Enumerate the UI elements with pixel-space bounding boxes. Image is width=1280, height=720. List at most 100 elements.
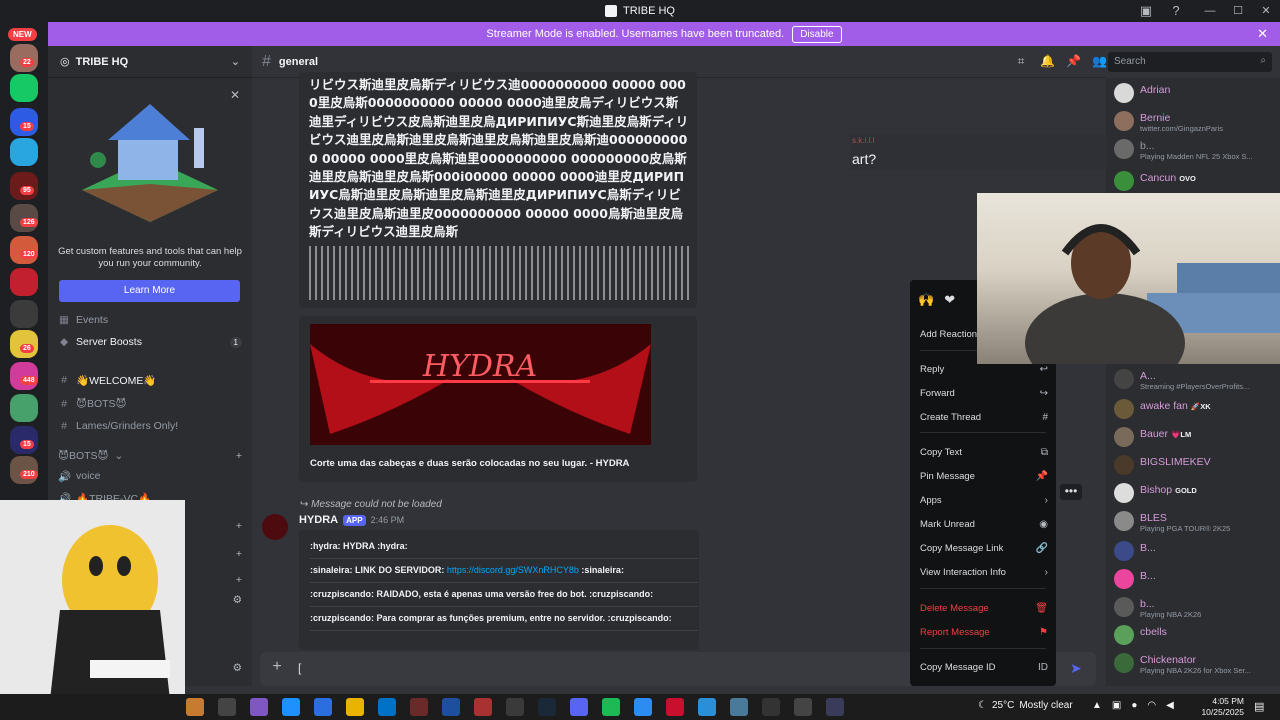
app-icon[interactable] — [410, 698, 428, 716]
member-item[interactable]: b... Playing NBA 2K26 — [1114, 596, 1278, 619]
menu-item-delete-message[interactable]: Delete Message 🗑 — [920, 600, 1048, 616]
sidebar-item-events[interactable]: ▦ Events — [58, 310, 242, 330]
member-item[interactable]: b... Playing Madden NFL 25 Xbox S... — [1114, 138, 1278, 161]
channel-lames[interactable]: # Lames/Grinders Only! — [58, 416, 242, 436]
member-item[interactable]: Bernie twitter.com/GingaznParis — [1114, 110, 1278, 133]
folder-icon[interactable] — [346, 698, 364, 716]
close-icon[interactable]: ✕ — [230, 88, 240, 102]
member-item[interactable]: BIGSLIMEKEV — [1114, 454, 1278, 476]
menu-item-copy-message-id[interactable]: Copy Message ID ID — [920, 659, 1048, 675]
maximize-button[interactable]: ☐ — [1224, 0, 1252, 22]
server-icon[interactable] — [10, 394, 38, 422]
server-header[interactable]: ◎ TRIBE HQ ⌄ — [48, 46, 252, 78]
tray-icon[interactable]: ▲ — [1092, 700, 1102, 711]
add-attachment-icon[interactable]: + — [268, 658, 286, 676]
chevron-down-icon: ⌄ — [230, 56, 240, 68]
add-channel-icon[interactable]: + — [236, 450, 242, 462]
inbox-icon[interactable]: ▣ — [1138, 3, 1154, 19]
more-options-button[interactable]: ••• — [1060, 484, 1082, 500]
store-icon[interactable] — [314, 698, 332, 716]
app-icon[interactable] — [442, 698, 460, 716]
task-view-icon[interactable] — [218, 698, 236, 716]
bell-icon[interactable]: 🔔 — [1040, 54, 1055, 69]
settings-icon[interactable]: ⚙ — [233, 594, 242, 606]
add-icon[interactable]: + — [236, 574, 242, 586]
app-icon[interactable] — [762, 698, 780, 716]
outlook-icon[interactable] — [378, 698, 396, 716]
reaction-hand-icon[interactable]: 🙌 — [918, 292, 934, 308]
category-bots[interactable]: 😈BOTS😈 ⌄ + — [58, 446, 242, 466]
app-icon[interactable] — [506, 698, 524, 716]
menu-item-report-message[interactable]: Report Message ⚑ — [920, 624, 1048, 640]
notification-icon[interactable]: ▤ — [1254, 700, 1264, 713]
discord-icon[interactable] — [570, 698, 588, 716]
member-item[interactable]: BLES Playing PGA TOUR® 2K25 — [1114, 510, 1278, 533]
member-item[interactable]: A... Streaming #PlayersOverProfits... — [1114, 368, 1278, 391]
close-icon[interactable]: ✕ — [1257, 26, 1268, 42]
hydra-banner-image[interactable]: HYDRA — [310, 324, 651, 445]
mic-icon[interactable]: ● — [1131, 700, 1137, 711]
app-icon[interactable] — [826, 698, 844, 716]
server-icon[interactable] — [10, 74, 38, 102]
search-input[interactable]: Search ⌕ — [1108, 52, 1272, 72]
channel-bots[interactable]: # 😈BOTS😈 — [58, 394, 242, 414]
copilot-icon[interactable] — [250, 698, 268, 716]
member-item[interactable]: Cancun OVO — [1114, 170, 1278, 192]
spotify-icon[interactable] — [602, 698, 620, 716]
steam-icon[interactable] — [538, 698, 556, 716]
member-item[interactable]: Chickenator Playing NBA 2K26 for Xbox Se… — [1114, 652, 1278, 675]
members-icon[interactable]: 👥 — [1092, 54, 1107, 69]
pin-icon[interactable]: 📌 — [1066, 54, 1081, 69]
channel-welcome[interactable]: # 👋WELCOME👋 — [58, 370, 242, 390]
add-icon[interactable]: + — [236, 520, 242, 532]
wifi-icon[interactable]: ◠ — [1147, 700, 1156, 711]
author-name[interactable]: HYDRA — [299, 514, 338, 526]
reply-reference[interactable]: ↪ Message could not be loaded — [300, 499, 442, 510]
camera-icon[interactable]: ▣ — [1112, 700, 1121, 711]
invite-link[interactable]: https://discord.gg/SWXnRHCY8b — [447, 565, 579, 575]
avatar[interactable] — [262, 514, 288, 540]
app-icon[interactable] — [186, 698, 204, 716]
disable-streamer-button[interactable]: Disable — [792, 25, 842, 43]
menu-item-copy-message-link[interactable]: Copy Message Link 🔗 — [920, 540, 1048, 556]
member-item[interactable]: cbells — [1114, 624, 1278, 646]
menu-item-view-interaction-info[interactable]: View Interaction Info › — [920, 564, 1048, 580]
help-icon[interactable]: ? — [1168, 3, 1184, 19]
reaction-heart-icon[interactable]: ❤ — [944, 292, 955, 308]
member-item[interactable]: B... — [1114, 568, 1278, 590]
member-item[interactable]: awake fan 🚀XK — [1114, 398, 1278, 420]
gear-icon[interactable]: ⚙ — [233, 662, 242, 674]
volume-icon[interactable]: ◀ — [1166, 700, 1174, 711]
menu-item-copy-text[interactable]: Copy Text ⧉ — [920, 444, 1048, 460]
server-icon[interactable] — [10, 300, 38, 328]
minimize-button[interactable]: — — [1196, 0, 1224, 22]
close-window-button[interactable]: ✕ — [1252, 0, 1280, 22]
settings-icon[interactable] — [794, 698, 812, 716]
menu-item-mark-unread[interactable]: Mark Unread ◉ — [920, 516, 1048, 532]
member-item[interactable]: Adrian — [1114, 82, 1278, 104]
member-item[interactable]: Bauer 💗LM — [1114, 426, 1278, 448]
app-icon[interactable] — [666, 698, 684, 716]
app-icon[interactable] — [474, 698, 492, 716]
member-item[interactable]: B... — [1114, 540, 1278, 562]
menu-item-forward[interactable]: Forward ↪ — [920, 385, 1048, 401]
sidebar-item-server-boosts[interactable]: ◆ Server Boosts 1 — [58, 332, 242, 352]
channel-voice[interactable]: 🔊 voice — [58, 466, 242, 486]
threads-icon[interactable]: ⌗ — [1014, 54, 1028, 69]
app-icon[interactable] — [634, 698, 652, 716]
menu-item-pin-message[interactable]: Pin Message 📌 — [920, 468, 1048, 484]
edge-icon[interactable] — [282, 698, 300, 716]
weather-widget[interactable]: ☾ 25°C Mostly clear — [978, 700, 1073, 711]
menu-item-apps[interactable]: Apps › — [920, 492, 1048, 508]
clock[interactable]: 4:05 PM 10/25/2025 — [1198, 696, 1244, 718]
member-item[interactable]: Bishop GOLD — [1114, 482, 1278, 504]
send-icon[interactable]: ➤ — [1070, 660, 1082, 677]
boost-count-badge: 1 — [229, 336, 242, 348]
app-icon[interactable] — [730, 698, 748, 716]
server-icon[interactable] — [10, 268, 38, 296]
server-icon[interactable] — [10, 138, 38, 166]
menu-item-create-thread[interactable]: Create Thread # — [920, 409, 1048, 425]
learn-more-button[interactable]: Learn More — [59, 280, 240, 302]
add-icon[interactable]: + — [236, 548, 242, 560]
app-icon[interactable] — [698, 698, 716, 716]
